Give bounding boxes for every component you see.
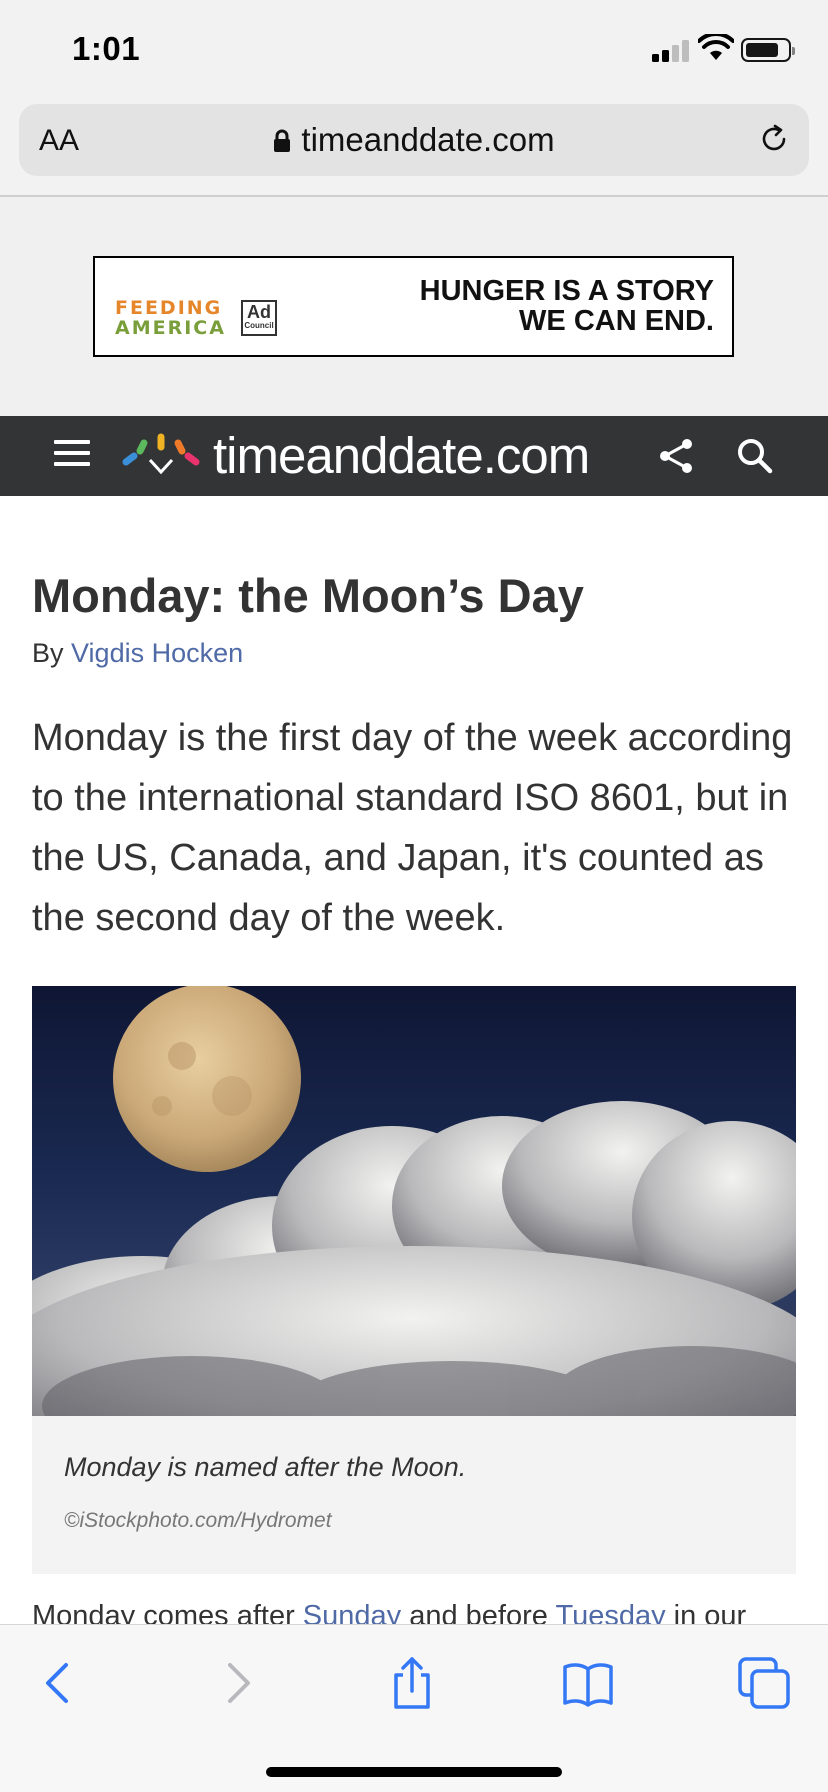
menu-icon[interactable]: [54, 440, 90, 470]
url-text: timeanddate.com: [301, 121, 555, 158]
share-icon[interactable]: [656, 436, 696, 476]
site-nav: timeanddate.com: [0, 416, 828, 496]
body-text-end: in our: [673, 1600, 747, 1624]
body-text-mid: and before: [409, 1600, 548, 1624]
ad-logo-line2: AMERICA: [115, 317, 226, 339]
ad-headline-line2: WE CAN END.: [519, 305, 714, 337]
cellular-signal-icon: [652, 38, 690, 62]
ad-headline-line1: HUNGER IS A STORY: [419, 275, 714, 307]
lock-icon: [274, 129, 291, 152]
search-icon[interactable]: [735, 436, 775, 476]
status-time: 1:01: [72, 30, 141, 67]
back-icon[interactable]: [32, 1655, 88, 1711]
forward-icon: [228, 1663, 250, 1703]
status-bar: 1:01: [0, 0, 828, 100]
site-logo-icon[interactable]: [120, 430, 210, 480]
article-lead: Monday is the first day of the week acco…: [32, 717, 793, 939]
wifi-icon: [698, 34, 734, 60]
ad-council-label: Ad: [247, 302, 271, 322]
caption-text: Monday is named after the Moon.: [64, 1452, 467, 1482]
body-text-start: Monday comes after: [32, 1600, 295, 1624]
tuesday-link[interactable]: Tuesday: [555, 1600, 665, 1624]
ad-banner[interactable]: FEEDING AMERICA Ad Council HUNGER IS A S…: [93, 256, 734, 357]
moon-clouds-illustration: [32, 986, 796, 1416]
byline-prefix: By: [32, 638, 64, 668]
share-sheet-icon[interactable]: [384, 1655, 440, 1711]
ad-logo-line1: FEEDING: [115, 297, 223, 319]
caption-credit: ©iStockphoto.com/Hydromet: [64, 1509, 332, 1532]
tabs-icon[interactable]: [736, 1655, 792, 1711]
address-bar[interactable]: AA timeanddate.com: [19, 104, 809, 176]
ad-area: FEEDING AMERICA Ad Council HUNGER IS A S…: [0, 197, 828, 416]
battery-icon: [741, 38, 795, 62]
url-field[interactable]: timeanddate.com: [19, 121, 809, 159]
article-title: Monday: the Moon’s Day: [32, 569, 584, 622]
sunday-link[interactable]: Sunday: [303, 1600, 401, 1624]
figure-caption: Monday is named after the Moon. ©iStockp…: [32, 1416, 796, 1574]
article-figure: Monday is named after the Moon. ©iStockp…: [32, 986, 796, 1574]
moon-clouds-image[interactable]: [32, 986, 796, 1416]
author-link[interactable]: Vigdis Hocken: [71, 638, 243, 668]
article: Monday: the Moon’s Day By Vigdis Hocken …: [0, 496, 828, 1624]
ad-headline: HUNGER IS A STORY WE CAN END.: [420, 276, 714, 336]
browser-toolbar: [0, 1624, 828, 1792]
ad-council-logo: Ad Council: [241, 300, 277, 336]
site-name[interactable]: timeanddate.com: [213, 426, 590, 485]
ad-council-sub: Council: [244, 321, 274, 330]
reload-icon[interactable]: [757, 122, 791, 156]
bookmarks-icon[interactable]: [560, 1655, 616, 1711]
feeding-america-logo: FEEDING AMERICA: [115, 298, 226, 338]
byline: By Vigdis Hocken: [32, 638, 243, 669]
body-paragraph: Monday comes after Sunday and before Tue…: [32, 1600, 746, 1624]
home-indicator[interactable]: [266, 1767, 562, 1777]
